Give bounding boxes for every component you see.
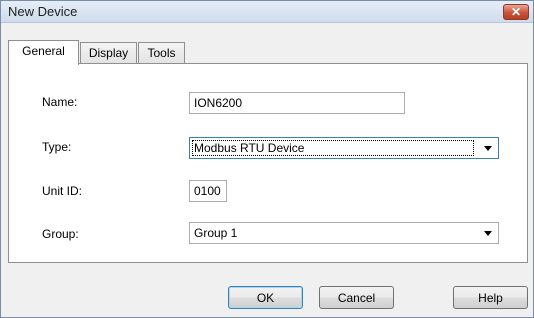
close-icon: ✕ (510, 5, 522, 19)
window-title: New Device (8, 4, 78, 19)
chevron-down-icon (484, 146, 492, 151)
type-select[interactable]: Modbus RTU Device (189, 137, 499, 159)
tab-display[interactable]: Display (80, 42, 137, 64)
cancel-button[interactable]: Cancel (319, 286, 394, 309)
general-tab-panel: Name: ION6200 Type: Modbus RTU Device Un… (8, 63, 528, 263)
unit-id-label: Unit ID: (42, 184, 83, 198)
group-select-value: Group 1 (194, 226, 238, 240)
help-button[interactable]: Help (453, 286, 528, 309)
type-select-value: Modbus RTU Device (194, 141, 305, 155)
tab-tools[interactable]: Tools (138, 42, 185, 64)
tab-general[interactable]: General (8, 40, 79, 65)
group-label: Group: (42, 227, 79, 241)
name-label: Name: (42, 95, 78, 109)
title-bar: New Device ✕ (1, 1, 533, 23)
name-input[interactable]: ION6200 (189, 92, 405, 114)
ok-button[interactable]: OK (228, 286, 303, 309)
unit-id-input[interactable]: 0100 (189, 180, 227, 202)
group-select[interactable]: Group 1 (189, 222, 499, 244)
new-device-dialog: New Device ✕ General Display Tools Name:… (0, 0, 534, 318)
close-button[interactable]: ✕ (503, 4, 529, 20)
type-label: Type: (42, 140, 72, 154)
chevron-down-icon (484, 231, 492, 236)
